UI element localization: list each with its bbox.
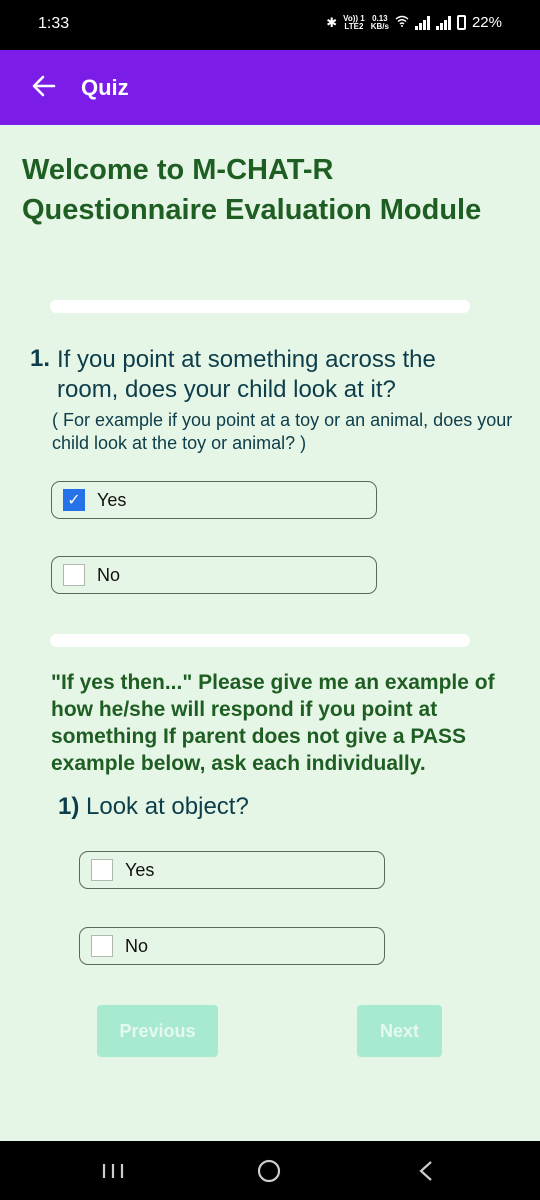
option-label: No xyxy=(125,935,149,956)
status-bar: 1:33 ✱ Vo)) 1 LTE2 0.13 KB/s 22% xyxy=(0,0,540,50)
followup-instructions: "If yes then..." Please give me an examp… xyxy=(51,671,495,775)
signal-bars-icon xyxy=(414,15,430,30)
checkbox[interactable] xyxy=(91,935,113,957)
welcome-heading: Welcome to M-CHAT-R Questionnaire Evalua… xyxy=(22,154,482,226)
checkbox[interactable] xyxy=(91,859,113,881)
suboption-yes[interactable]: Yes xyxy=(79,851,385,889)
bluetooth-icon: ✱ xyxy=(326,14,338,30)
checkbox-checked[interactable]: ✓ xyxy=(63,489,85,511)
network-speed-label: 0.13 KB/s xyxy=(370,13,389,31)
app-bar: Quiz xyxy=(0,50,540,125)
system-nav-bar xyxy=(0,1141,540,1200)
status-icons: ✱ Vo)) 1 LTE2 0.13 KB/s 22% xyxy=(326,14,502,31)
wifi-icon xyxy=(395,14,409,31)
next-button[interactable]: Next xyxy=(357,1005,442,1057)
option-label: Yes xyxy=(97,489,127,510)
question-hint: ( For example if you point at a toy or a… xyxy=(52,410,513,453)
checkbox[interactable] xyxy=(63,564,85,586)
option-label: No xyxy=(97,564,121,585)
option-yes[interactable]: ✓ Yes xyxy=(51,481,377,519)
back-icon[interactable] xyxy=(416,1159,436,1188)
previous-button[interactable]: Previous xyxy=(97,1005,218,1057)
question-text: If you point at something across the roo… xyxy=(57,346,436,403)
question-number: 1. xyxy=(30,345,51,372)
page-title: Quiz xyxy=(81,75,129,100)
subquestion-text: Look at object? xyxy=(86,793,249,820)
divider xyxy=(50,300,470,313)
battery-percent: 22% xyxy=(471,14,502,31)
signal-bars-icon xyxy=(435,15,451,30)
subquestion: 1) Look at object? xyxy=(58,793,249,821)
network-type-label: Vo)) 1 LTE2 xyxy=(343,13,365,31)
divider xyxy=(50,634,470,647)
arrow-left-icon[interactable] xyxy=(30,72,58,100)
home-icon[interactable] xyxy=(256,1158,282,1189)
status-time: 1:33 xyxy=(38,15,70,32)
option-no[interactable]: No xyxy=(51,556,377,594)
battery-icon xyxy=(456,15,466,30)
option-label: Yes xyxy=(125,859,155,880)
subquestion-number: 1) xyxy=(58,793,80,820)
suboption-no[interactable]: No xyxy=(79,927,385,965)
recent-apps-icon[interactable] xyxy=(101,1161,125,1186)
